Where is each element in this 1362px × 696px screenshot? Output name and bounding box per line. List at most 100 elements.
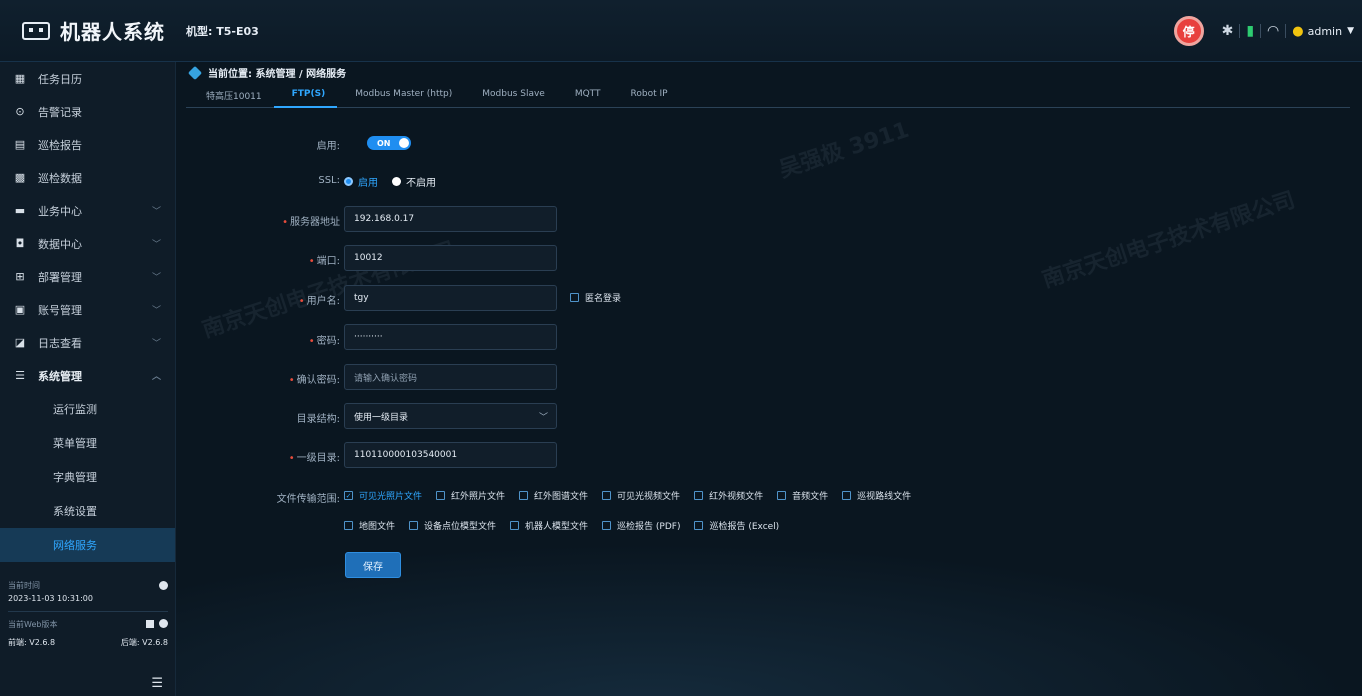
checkbox-box: ✓ [344, 491, 353, 500]
emergency-stop-button[interactable]: 停 [1173, 16, 1204, 46]
file-type-checkbox[interactable]: 红外照片文件 [436, 489, 505, 502]
file-type-checkbox[interactable]: 红外视频文件 [694, 489, 763, 502]
ssl-enable-radio[interactable]: 启用 [344, 174, 378, 189]
checkbox-label: 巡检报告 (Excel) [709, 522, 780, 532]
checkbox-box [519, 491, 529, 500]
sidebar-item-label: 日志查看 [38, 336, 82, 350]
sidebar-item-data-center[interactable]: ◘ 数据中心 ﹀ [0, 227, 175, 260]
chevron-down-icon: ﹀ [151, 207, 161, 217]
sidebar-item-label: 业务中心 [38, 204, 82, 218]
select-value: 使用一级目录 [354, 412, 409, 423]
account-icon: ▣ [14, 303, 26, 316]
tab-modbus-master[interactable]: Modbus Master (http) [337, 86, 464, 108]
confirm-password-input[interactable]: 请输入确认密码 [344, 364, 557, 390]
separator [1239, 24, 1241, 38]
sidebar-subitem-network-service[interactable]: 网络服务 [0, 528, 175, 562]
sidebar-item-label: 系统管理 [38, 369, 82, 383]
file-type-checkbox[interactable]: 机器人模型文件 [510, 519, 588, 532]
first-dir-input[interactable]: 110110000103540001 [344, 442, 557, 468]
cube-icon [187, 65, 203, 80]
wifi-icon[interactable]: ◠ [1267, 23, 1279, 39]
battery-icon[interactable]: ▮ [1246, 23, 1254, 39]
chevron-down-icon: ▼ [1347, 26, 1354, 36]
file-type-checkbox[interactable]: 地图文件 [344, 519, 395, 532]
enable-label: 启用: [316, 141, 340, 152]
first-dir-label: • 一级目录: [288, 453, 340, 464]
sidebar-item-alarm-records[interactable]: ⊙ 告警记录 [0, 95, 175, 128]
file-type-checkbox[interactable]: 巡检报告 (Excel) [694, 519, 779, 532]
sidebar-subitem-dict-management[interactable]: 字典管理 [0, 460, 175, 494]
tab-modbus-slave[interactable]: Modbus Slave [464, 86, 557, 108]
checkbox-label: 红外视频文件 [709, 492, 764, 502]
clock-icon [159, 581, 168, 590]
anonymous-login-checkbox[interactable]: 匿名登录 [570, 291, 621, 304]
password-input[interactable]: ·········· [344, 324, 557, 350]
sidebar-item-system-management[interactable]: ☰ 系统管理 ︿ [0, 359, 175, 392]
file-type-checkbox[interactable]: 设备点位模型文件 [409, 519, 496, 532]
collapse-menu-icon[interactable]: ☰ [151, 676, 163, 691]
back-version: 后端: V2.6.8 [120, 638, 168, 647]
calendar-icon: ▦ [14, 72, 26, 85]
server-address-input[interactable]: 192.168.0.17 [344, 206, 557, 232]
separator [1260, 24, 1262, 38]
sidebar-item-business-center[interactable]: ▬ 业务中心 ﹀ [0, 194, 175, 227]
checkbox-label: 设备点位模型文件 [424, 522, 497, 532]
time-label: 当前时间 [8, 581, 40, 590]
checkbox-label: 红外图谱文件 [534, 492, 589, 502]
file-type-checkbox[interactable]: 巡检报告 (PDF) [602, 519, 680, 532]
checkbox-box [842, 491, 852, 500]
log-icon: ◪ [14, 336, 26, 349]
port-input[interactable]: 10012 [344, 245, 557, 271]
enable-toggle[interactable]: ON [367, 136, 411, 150]
sidebar-item-task-calendar[interactable]: ▦ 任务日历 [0, 62, 175, 95]
file-type-checkbox[interactable]: 红外图谱文件 [519, 489, 588, 502]
file-type-checkbox[interactable]: 巡视路线文件 [842, 489, 911, 502]
save-button[interactable]: 保存 [345, 552, 401, 578]
file-type-checkbox[interactable]: 音频文件 [777, 489, 828, 502]
version-row: 当前Web版本 [8, 618, 168, 631]
chevron-down-icon: ﹀ [151, 273, 161, 283]
file-type-checkbox[interactable]: 可见光视频文件 [602, 489, 680, 502]
info-icon[interactable] [159, 619, 168, 628]
toggle-knob [399, 138, 409, 148]
sidebar-subitem-system-settings[interactable]: 系统设置 [0, 494, 175, 528]
sidebar-item-account-management[interactable]: ▣ 账号管理 ﹀ [0, 293, 175, 326]
checkbox-box [777, 491, 787, 500]
checkbox-box [602, 491, 612, 500]
sidebar-subitem-menu-management[interactable]: 菜单管理 [0, 426, 175, 460]
top-bar: 机器人系统 机型: T5-E03 停 ✱ ▮ ◠ ● admin ▼ [0, 0, 1362, 62]
sidebar-subitem-run-monitor[interactable]: 运行监测 [0, 392, 175, 426]
checkbox-box [510, 521, 520, 530]
server-label: • 服务器地址 [282, 217, 340, 228]
sidebar-item-deploy-management[interactable]: ⊞ 部署管理 ﹀ [0, 260, 175, 293]
sidebar-item-inspection-report[interactable]: ▤ 巡检报告 [0, 128, 175, 161]
main-content: 南京天创电子技术有限公司 吴强极 3911 南京天创电子技术有限公司 当前位置:… [176, 62, 1362, 696]
tab-mqtt[interactable]: MQTT [557, 86, 613, 108]
tab-ftps[interactable]: FTP(S) [273, 86, 338, 108]
system-icon: ☰ [15, 369, 25, 382]
tab-uhv[interactable]: 特高压10011 [186, 86, 274, 108]
sidebar-item-inspection-data[interactable]: ▩ 巡检数据 [0, 161, 175, 194]
breadcrumb-text: 当前位置: 系统管理 / 网络服务 [208, 69, 347, 80]
bug-icon[interactable]: ✱ [1222, 23, 1234, 39]
checkbox-label: 音频文件 [792, 492, 829, 502]
ssl-disable-radio[interactable]: 不启用 [392, 174, 436, 189]
checkbox-box [436, 491, 446, 500]
sidebar-subitem-label: 菜单管理 [53, 437, 97, 450]
tab-robot-ip[interactable]: Robot IP [613, 86, 680, 108]
chevron-up-icon: ︿ [151, 372, 161, 382]
top-right-tools: 停 ✱ ▮ ◠ ● admin ▼ [1173, 14, 1354, 48]
user-menu[interactable]: ● admin ▼ [1292, 24, 1354, 39]
dir-structure-select[interactable]: 使用一级目录 ﹀ [344, 403, 557, 429]
sidebar-item-label: 任务日历 [38, 72, 82, 86]
anonymous-login: 匿名登录 [570, 291, 635, 304]
sidebar-item-log-view[interactable]: ◪ 日志查看 ﹀ [0, 326, 175, 359]
checkbox-label: 机器人模型文件 [525, 522, 589, 532]
copy-icon[interactable] [146, 620, 154, 628]
file-types-row-1: ✓ 可见光照片文件 红外照片文件 红外图谱文件 可见光视频文件 红外视频文件 音频… [344, 489, 925, 502]
toggle-text: ON [377, 138, 391, 148]
checkbox-label: 可见光照片文件 [359, 492, 423, 502]
checkbox-label: 地图文件 [359, 522, 396, 532]
username-input[interactable]: tgy [344, 285, 557, 311]
file-type-checkbox[interactable]: ✓ 可见光照片文件 [344, 489, 422, 502]
